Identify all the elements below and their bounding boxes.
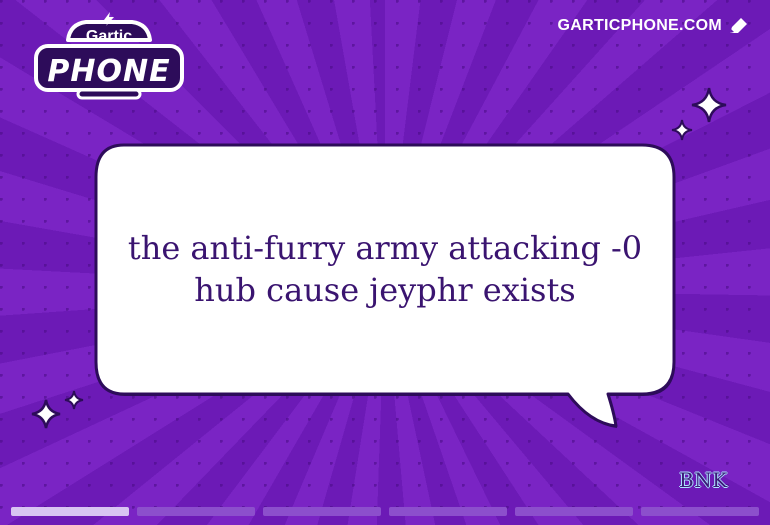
- gartic-phone-logo: Gartic PHONE: [34, 12, 184, 100]
- progress-segment: [641, 507, 759, 516]
- site-link-label: GARTICPHONE.COM: [557, 17, 722, 34]
- sparkle-icon: [671, 119, 693, 141]
- sparkle-icon: [31, 399, 61, 429]
- progress-segment: [263, 507, 381, 516]
- phrase-text: the anti-furry army attacking -0 hub cau…: [127, 228, 643, 309]
- logo-bottom-word: PHONE: [47, 54, 170, 89]
- progress-segment: [11, 507, 129, 516]
- progress-segment: [389, 507, 507, 516]
- logo-top-word: Gartic: [86, 28, 132, 45]
- progress-segment: [515, 507, 633, 516]
- site-link[interactable]: GARTICPHONE.COM: [558, 15, 749, 37]
- speech-bubble: the anti-furry army attacking -0 hub cau…: [92, 141, 678, 431]
- sparkle-icon: [691, 87, 727, 123]
- pencil-icon: [730, 18, 747, 33]
- progress-segment: [137, 507, 255, 516]
- sparkle-icon: [64, 390, 84, 410]
- author-signature: BNK: [679, 468, 728, 492]
- round-progress-bar: [11, 507, 759, 516]
